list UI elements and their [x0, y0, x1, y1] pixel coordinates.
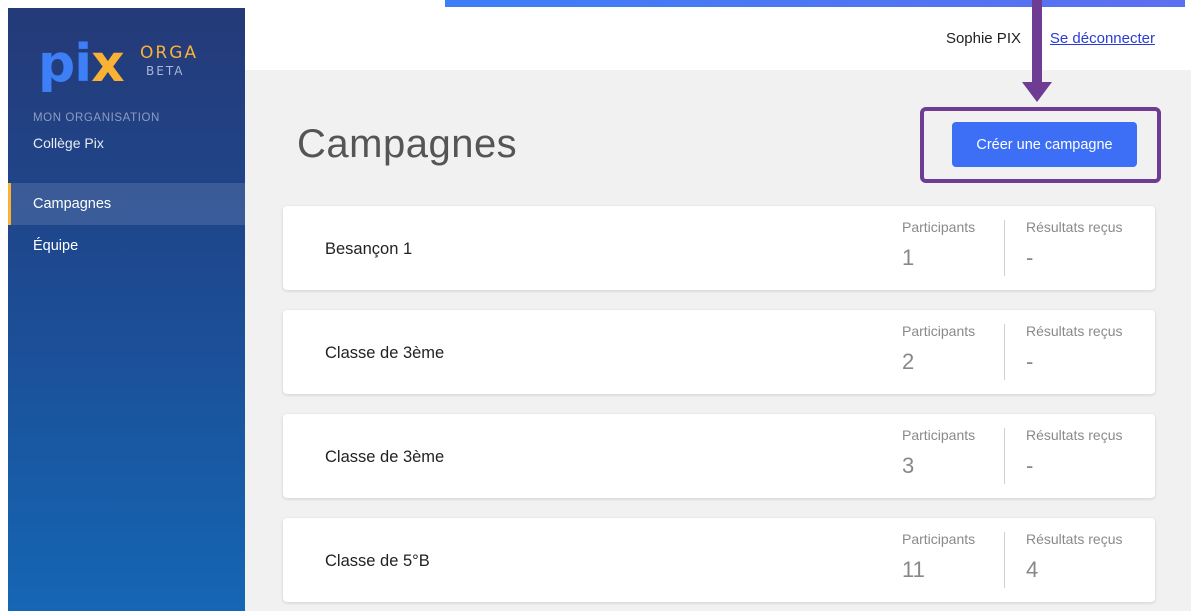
- sidebar: pix ORGA BETA MON ORGANISATION Collège P…: [8, 8, 245, 611]
- sidebar-item-campagnes[interactable]: Campagnes: [8, 183, 245, 225]
- campaign-card[interactable]: Besançon 1 Participants 1 Résultats reçu…: [283, 206, 1155, 290]
- stat-divider: [1004, 220, 1005, 276]
- sidebar-nav: Campagnes Équipe: [8, 183, 245, 267]
- stat-divider: [1004, 324, 1005, 380]
- sidebar-item-equipe[interactable]: Équipe: [8, 225, 245, 267]
- logout-link[interactable]: Se déconnecter: [1050, 30, 1155, 47]
- results-count: 4: [1026, 557, 1039, 582]
- stat-divider: [1004, 532, 1005, 588]
- annotation-arrow-shaft: [1032, 0, 1042, 84]
- results-label: Résultats reçus: [1026, 219, 1123, 235]
- organisation-caption: MON ORGANISATION: [33, 112, 160, 124]
- stat-divider: [1004, 428, 1005, 484]
- logo-letter-x: x: [91, 34, 125, 94]
- participants-count: 2: [902, 349, 915, 374]
- campaign-card[interactable]: Classe de 5°B Participants 11 Résultats …: [283, 518, 1155, 602]
- top-accent-bar: [445, 0, 1185, 7]
- results-stat: Résultats reçus -: [1026, 427, 1122, 479]
- participants-count: 3: [902, 453, 915, 478]
- logo-orga-text: ORGA: [140, 43, 198, 63]
- participants-stat: Participants 11: [902, 531, 975, 583]
- campaign-name: Classe de 3ème: [325, 344, 445, 362]
- results-stat: Résultats reçus -: [1026, 323, 1122, 375]
- results-stat: Résultats reçus 4: [1026, 531, 1122, 583]
- campaign-card[interactable]: Classe de 3ème Participants 3 Résultats …: [283, 414, 1155, 498]
- user-name: Sophie PIX: [945, 30, 1021, 47]
- participants-label: Participants: [902, 427, 976, 443]
- campaign-name: Classe de 5°B: [325, 552, 430, 570]
- page-title: Campagnes: [297, 122, 518, 166]
- results-count: -: [1026, 245, 1034, 270]
- results-count: -: [1026, 349, 1034, 374]
- participants-stat: Participants 1: [902, 219, 975, 271]
- results-stat: Résultats reçus -: [1026, 219, 1122, 271]
- main-content: Campagnes Créer une campagne Besançon 1 …: [245, 0, 1191, 611]
- logo-wordmark: pix: [38, 38, 125, 90]
- logo-letter-i: i: [74, 34, 92, 94]
- participants-label: Participants: [902, 323, 976, 339]
- organisation-name: Collège Pix: [33, 135, 104, 151]
- campaign-name: Besançon 1: [325, 240, 413, 258]
- participants-stat: Participants 2: [902, 323, 975, 375]
- campaign-name: Classe de 3ème: [325, 448, 445, 466]
- participants-count: 11: [902, 557, 925, 582]
- logo-beta-text: BETA: [146, 64, 185, 78]
- page: pix ORGA BETA MON ORGANISATION Collège P…: [0, 0, 1191, 611]
- results-count: -: [1026, 453, 1034, 478]
- logo-letter-p: p: [38, 34, 75, 94]
- top-bar: Sophie PIX Se déconnecter: [245, 0, 1191, 70]
- campaign-card[interactable]: Classe de 3ème Participants 2 Résultats …: [283, 310, 1155, 394]
- results-label: Résultats reçus: [1026, 531, 1123, 547]
- annotation-arrow-down-icon: [1022, 82, 1052, 102]
- results-label: Résultats reçus: [1026, 427, 1123, 443]
- participants-count: 1: [902, 245, 915, 270]
- participants-stat: Participants 3: [902, 427, 975, 479]
- participants-label: Participants: [902, 531, 976, 547]
- pix-orga-logo[interactable]: pix ORGA BETA: [38, 38, 228, 90]
- participants-label: Participants: [902, 219, 976, 235]
- annotation-highlight-box: [920, 107, 1161, 183]
- campaign-list: Besançon 1 Participants 1 Résultats reçu…: [283, 206, 1155, 611]
- results-label: Résultats reçus: [1026, 323, 1123, 339]
